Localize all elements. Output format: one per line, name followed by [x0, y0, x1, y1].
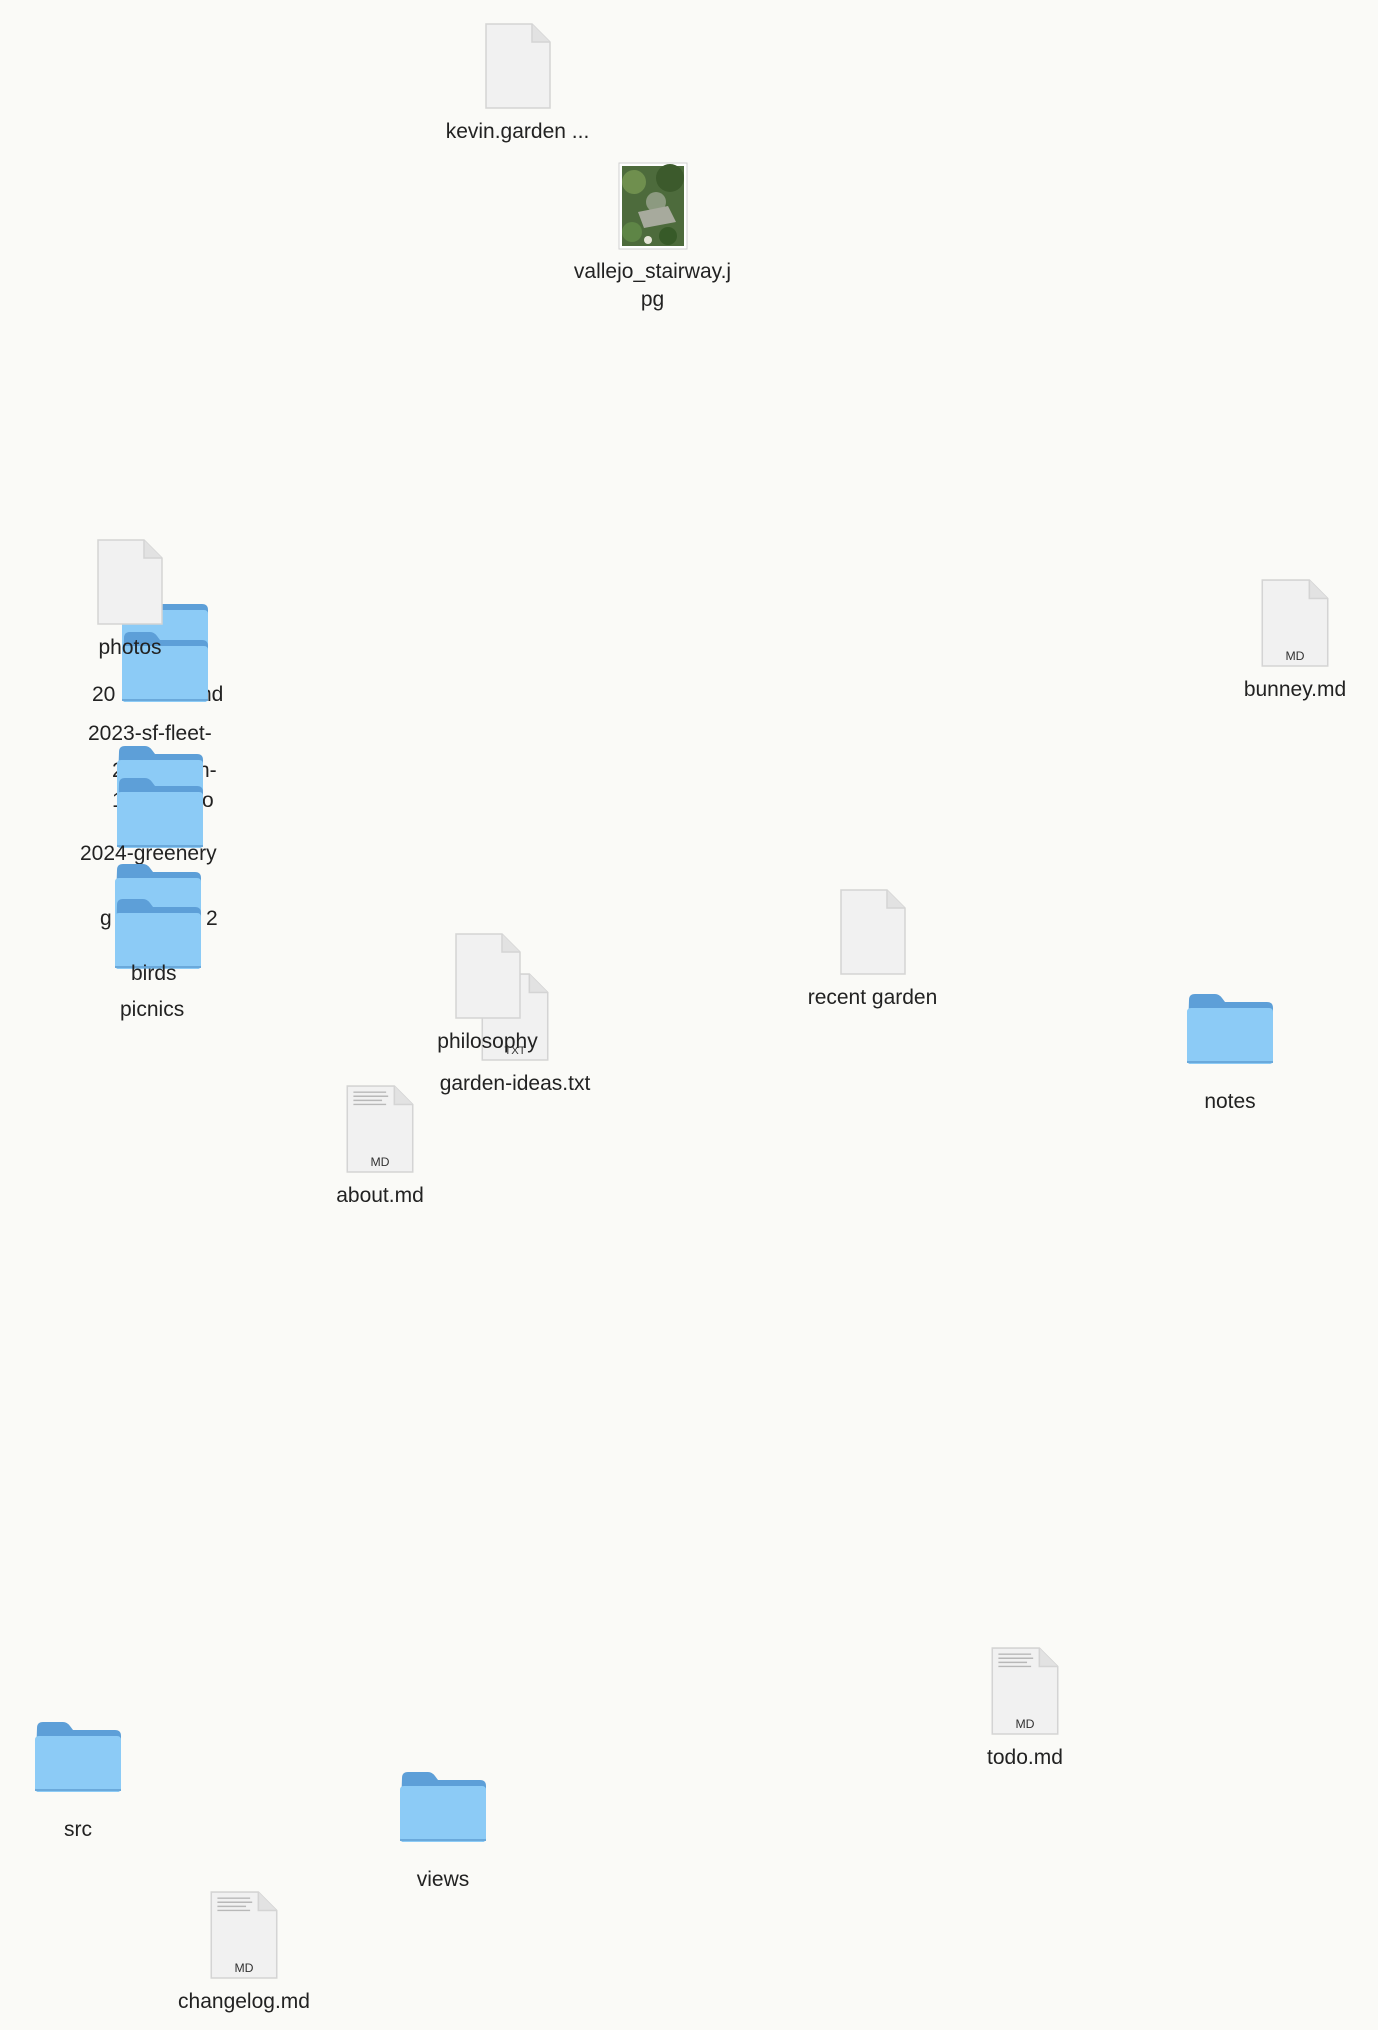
desktop-item-views[interactable]: views	[363, 1770, 523, 1894]
markdown-document-icon: MD	[344, 1084, 416, 1174]
item-label: about.md	[336, 1184, 424, 1207]
item-label: garden-ideas.txt	[439, 1072, 591, 1095]
desktop-item-vallejo-stairway[interactable]: vallejo_stairway.j pg	[555, 162, 750, 314]
item-label: picnics	[120, 998, 185, 1021]
blank-document-icon	[484, 22, 552, 110]
file-type-badge: MD	[1015, 1717, 1034, 1731]
image-thumbnail-icon	[618, 162, 687, 250]
markdown-document-icon: MD	[989, 1646, 1061, 1736]
desktop-item-recent-garden[interactable]: recent garden	[790, 888, 955, 1012]
folder-icon	[33, 1720, 123, 1794]
desktop-item-photos[interactable]: photos	[50, 538, 210, 662]
item-label: notes	[1204, 1090, 1256, 1113]
item-label: changelog.md	[178, 1990, 310, 2013]
desktop-item-kevin-garden[interactable]: kevin.garden ...	[435, 22, 600, 146]
markdown-document-icon: MD	[208, 1890, 280, 1980]
desktop-item-folder-2024-greenery[interactable]	[80, 776, 240, 850]
file-type-badge: MD	[370, 1155, 389, 1169]
item-label: src	[64, 1818, 92, 1841]
folder-icon	[398, 1770, 488, 1844]
item-label: photos	[98, 636, 162, 659]
file-type-badge: MD	[234, 1961, 253, 1975]
file-type-badge: MD	[1285, 649, 1304, 663]
item-label: birds	[131, 962, 177, 985]
desktop-item-philosophy[interactable]: philosophy	[410, 932, 565, 1056]
item-label: todo.md	[987, 1746, 1063, 1769]
blank-document-icon	[454, 932, 522, 1020]
item-label: philosophy	[437, 1030, 538, 1053]
blank-document-icon	[839, 888, 907, 976]
desktop-item-bunney-md[interactable]: MD bunney.md	[1215, 578, 1375, 704]
folder-icon	[115, 776, 205, 850]
blank-document-icon	[96, 538, 164, 626]
item-label: kevin.garden ...	[445, 120, 590, 143]
desktop-item-notes[interactable]: notes	[1150, 992, 1310, 1116]
desktop-item-src[interactable]: src	[0, 1720, 156, 1844]
desktop-item-todo-md[interactable]: MD todo.md	[945, 1646, 1105, 1772]
desktop-item-changelog-md[interactable]: MD changelog.md	[164, 1890, 324, 2016]
markdown-document-icon: MD	[1259, 578, 1331, 668]
folder-icon	[1185, 992, 1275, 1066]
item-label: recent garden	[807, 986, 938, 1009]
item-label: vallejo_stairway.j pg	[573, 260, 732, 311]
item-label: views	[416, 1868, 470, 1891]
desktop-item-about-md[interactable]: MD about.md	[300, 1084, 460, 1210]
item-label: bunney.md	[1243, 678, 1347, 701]
